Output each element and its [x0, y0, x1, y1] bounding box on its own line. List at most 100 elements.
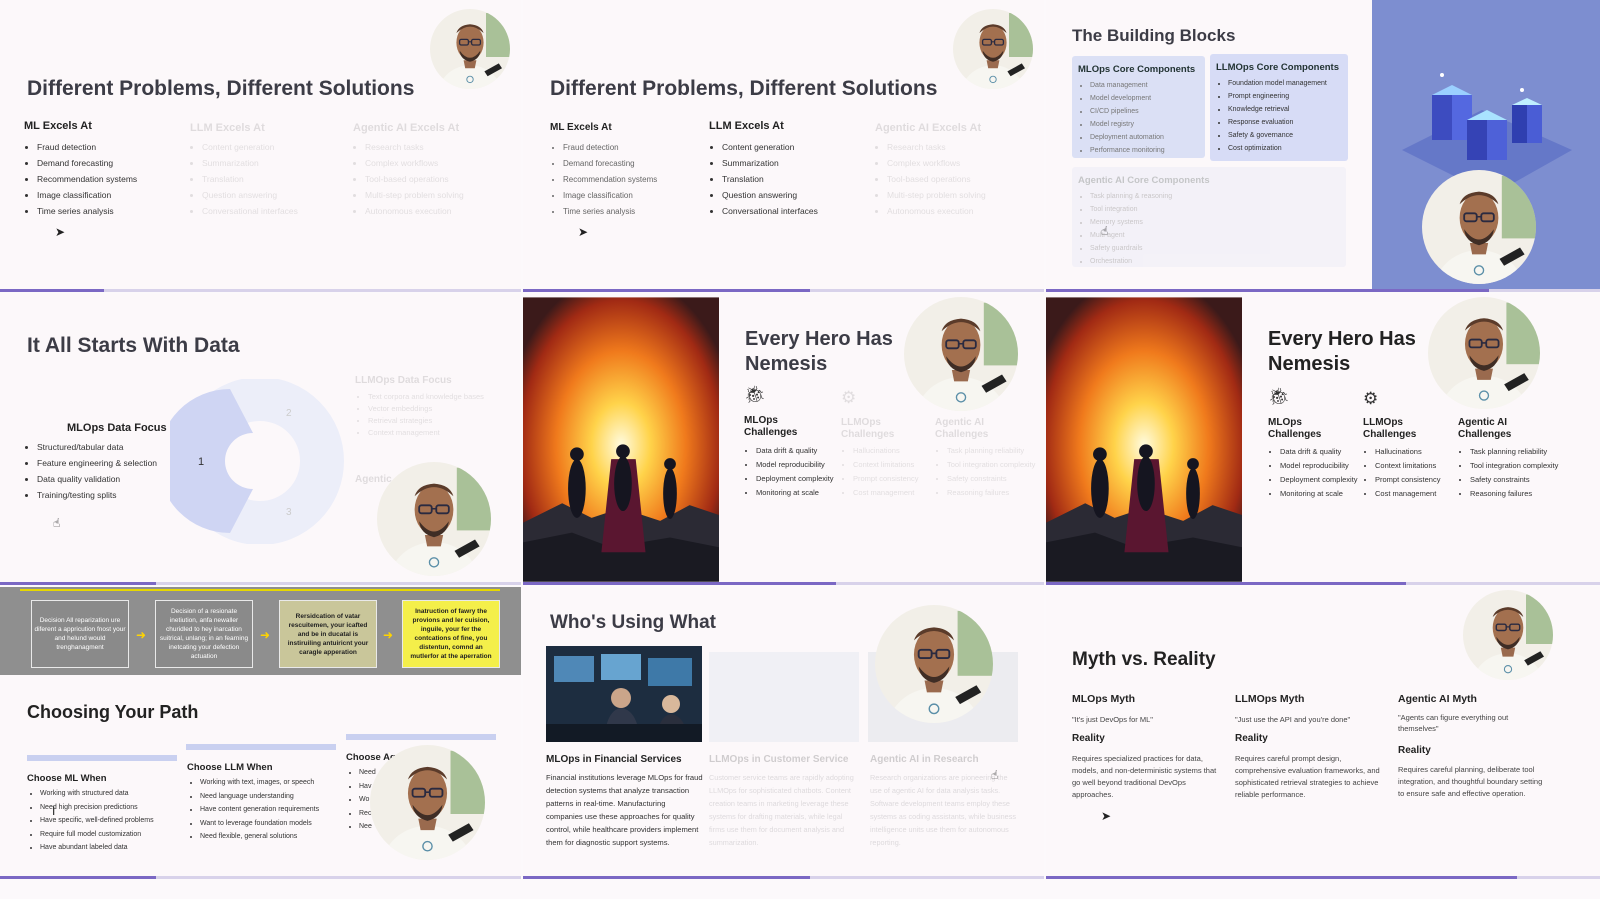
list-item: Time series analysis	[37, 203, 137, 219]
slide-tile-9[interactable]: Myth vs. Reality MLOps Myth "It's just D…	[1046, 587, 1600, 879]
list-item: Task planning reliability	[947, 446, 1037, 456]
agentic-components-card: Agentic AI Core Components Task planning…	[1072, 167, 1346, 267]
agentic-data-heading: Agentic	[355, 474, 392, 485]
slide-tile-3[interactable]: The Building Blocks MLOps Core Component…	[1046, 0, 1600, 292]
progress-fill	[0, 876, 157, 879]
slide-title: Every Hero Has Nemesis	[745, 328, 893, 375]
list-item: Model reproducibility	[756, 460, 836, 470]
list-item: Retrieval strategies	[368, 415, 498, 427]
presenter-video	[1428, 297, 1540, 409]
progress-fill	[0, 582, 157, 585]
slide-tile-6[interactable]: Every Hero Has Nemesis 🐞︎ MLOps Challeng…	[1046, 294, 1600, 585]
list-item: Image classification	[563, 188, 657, 204]
list-item: Research tasks	[887, 139, 986, 155]
progress-bar	[0, 582, 521, 585]
list-item: Time series analysis	[563, 204, 657, 220]
llmops-challenges-heading: LLMOps Challenges	[841, 417, 895, 440]
bug-icon: 🐞︎	[744, 385, 766, 404]
card-list: Data management Model development CI/CD …	[1072, 79, 1205, 157]
list-item: Safety constraints	[1470, 475, 1560, 485]
list-item: Translation	[722, 171, 818, 187]
agentic-reality-text: Requires careful planning, deliberate to…	[1398, 765, 1543, 798]
list-item: Model reproducibility	[1280, 461, 1360, 471]
case-study-text-1: Financial institutions leverage MLOps fo…	[546, 773, 703, 847]
list-item: Demand forecasting	[37, 155, 137, 171]
list-item: Summarization	[202, 155, 298, 171]
llmops-challenges-list: Hallucinations Context limitations Promp…	[843, 446, 933, 502]
list-item: Need	[359, 766, 376, 780]
list-item: Have abundant labeled data	[40, 841, 154, 855]
flow-step-4: Inatruction of fawry the provions and le…	[402, 600, 500, 668]
llmops-myth-heading: LLMOps Myth	[1235, 693, 1305, 705]
agentic-column-heading: Agentic AI Excels At	[875, 122, 982, 134]
hero-illustration	[523, 294, 719, 585]
hand-cursor-icon: ☝	[1101, 224, 1109, 238]
list-item: Response evaluation	[1228, 116, 1348, 129]
agentic-challenges-heading: Agentic AI Challenges	[935, 417, 989, 440]
list-item: Tool-based operations	[887, 171, 986, 187]
list-item: Model registry	[1090, 118, 1205, 131]
progress-bar	[1046, 582, 1600, 585]
llm-list: Content generation Summarization Transla…	[190, 139, 298, 219]
list-item: Context management	[368, 427, 498, 439]
presenter-video	[1422, 170, 1536, 284]
slide-tile-2[interactable]: Different Problems, Different Solutions …	[523, 0, 1044, 292]
hand-cursor-icon: ☝	[991, 768, 999, 782]
list-item: Need flexible, general solutions	[200, 830, 319, 844]
list-item: Content generation	[722, 139, 818, 155]
slide-tile-1[interactable]: Different Problems, Different Solutions …	[0, 0, 521, 292]
presenter-video	[370, 745, 485, 860]
llmops-data-list: Text corpora and knowledge bases Vector …	[356, 391, 498, 439]
arrow-right-icon: ➜	[136, 628, 147, 642]
presenter-video	[430, 9, 510, 89]
list-item: Text corpora and knowledge bases	[368, 391, 498, 403]
llm-list: Content generation Summarization Transla…	[710, 139, 818, 219]
list-item: Autonomous execution	[887, 203, 986, 219]
list-item: Deployment automation	[1090, 131, 1205, 144]
list-item: Translation	[202, 171, 298, 187]
mlops-components-card: MLOps Core Components Data management Mo…	[1072, 56, 1205, 158]
slide-tile-8[interactable]: Who's Using What MLOps in Financial Serv…	[523, 587, 1044, 879]
arrow-right-icon: ➜	[260, 628, 271, 642]
ml-column-heading: ML Excels At	[24, 120, 92, 132]
donut-label: 1	[198, 456, 204, 468]
hero-illustration	[1046, 294, 1242, 585]
mlops-challenges-list: Data drift & quality Model reproducibili…	[1270, 447, 1360, 503]
list-item: Feature engineering & selection	[37, 455, 157, 471]
list-item: Require full model customization	[40, 828, 154, 842]
case-study-heading-3: Agentic AI in Research	[870, 754, 979, 765]
mlops-myth-quote: "It's just DevOps for ML"	[1072, 715, 1153, 724]
mouse-cursor-icon: ➤	[1101, 809, 1112, 823]
list-item: Safety & governance	[1228, 129, 1348, 142]
list-item: Tool integration complexity	[947, 460, 1037, 470]
progress-bar	[523, 289, 1044, 292]
slide-tile-4[interactable]: It All Starts With Data MLOps Data Focus…	[0, 294, 521, 585]
slide-title: Every Hero Has Nemesis	[1268, 328, 1416, 375]
flow-connector-bar	[20, 589, 500, 591]
card-title: Agentic AI Core Components	[1078, 175, 1210, 186]
mlops-data-list: Structured/tabular data Feature engineer…	[25, 439, 157, 503]
list-item: Performance monitoring	[1090, 144, 1205, 157]
llm-list: Working with text, images, or speech Nee…	[188, 776, 319, 844]
list-item: Data management	[1090, 79, 1205, 92]
data-focus-donut: 1 2 3	[170, 379, 344, 544]
list-item: Data drift & quality	[1280, 447, 1360, 457]
list-item: Fraud detection	[563, 140, 657, 156]
progress-fill	[0, 289, 105, 292]
text-cursor-icon: I	[52, 804, 56, 818]
slide-tile-5[interactable]: Every Hero Has Nemesis 🐞︎ MLOps Challeng…	[523, 294, 1044, 585]
list-item: Demand forecasting	[563, 156, 657, 172]
llm-column-heading: LLM Excels At	[190, 122, 265, 134]
customer-service-photo	[709, 652, 859, 742]
list-item: Safety guardrails	[1090, 242, 1346, 255]
agentic-challenges-list: Task planning reliability Tool integrati…	[937, 446, 1037, 502]
mlops-challenges-heading: MLOps Challenges	[1268, 417, 1322, 440]
hand-cursor-icon: ☝	[53, 516, 61, 530]
arrow-right-icon: ➜	[383, 628, 394, 642]
robot-icon: ⚙	[1363, 389, 1379, 408]
presenter-video	[1463, 590, 1553, 680]
column-bar	[27, 755, 177, 761]
list-item: Question answering	[722, 187, 818, 203]
case-study-text-2: Customer service teams are rapidly adopt…	[709, 773, 854, 847]
card-title: LLMOps Core Components	[1216, 62, 1339, 73]
